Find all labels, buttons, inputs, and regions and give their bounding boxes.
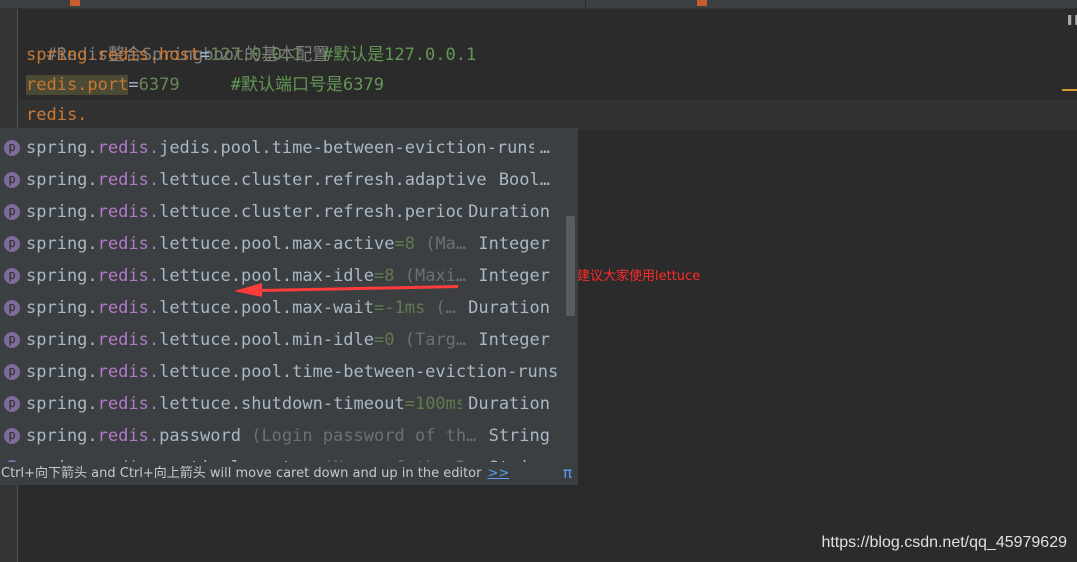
watermark: https://blog.csdn.net/qq_45979629 — [821, 534, 1067, 551]
annotation-text: 建议大家使用lettuce — [577, 269, 701, 284]
red-arrow-annotation — [234, 283, 458, 297]
